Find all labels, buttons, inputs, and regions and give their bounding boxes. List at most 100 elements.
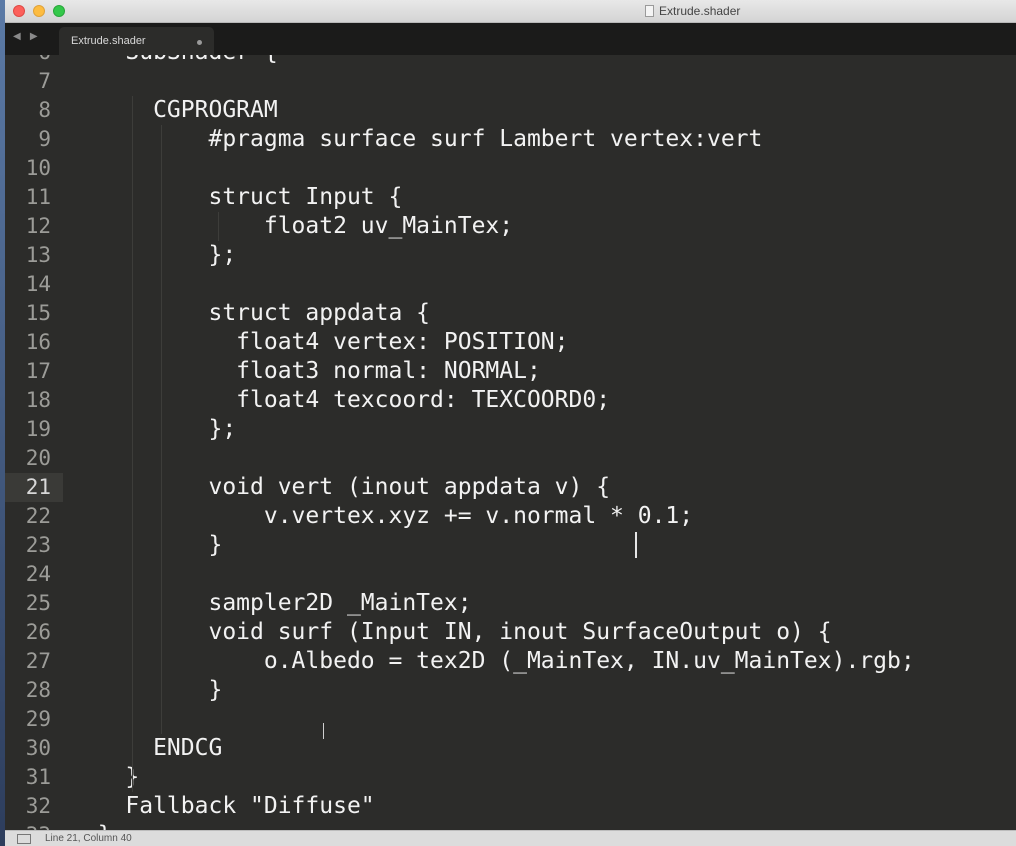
code-line[interactable]: 29 xyxy=(5,705,1016,734)
code-line[interactable]: 25 sampler2D _MainTex; xyxy=(5,589,1016,618)
title-bar: Extrude.shader xyxy=(5,0,1016,23)
line-text: #pragma surface surf Lambert vertex:vert xyxy=(70,126,763,152)
line-text: } xyxy=(70,821,112,830)
line-number: 26 xyxy=(25,620,51,644)
code-line[interactable]: 28 } xyxy=(5,676,1016,705)
code-editor[interactable]: 6 SubShader {78 CGPROGRAM9 #pragma surfa… xyxy=(5,55,1016,830)
line-text: SubShader { xyxy=(70,55,277,67)
line-text: o.Albedo = tex2D (_MainTex, IN.uv_MainTe… xyxy=(70,648,915,674)
line-number: 12 xyxy=(25,214,51,238)
line-number: 17 xyxy=(25,359,51,383)
code-line[interactable]: 11 struct Input { xyxy=(5,183,1016,212)
code-line[interactable]: 33 } xyxy=(5,821,1016,830)
line-number: 19 xyxy=(25,417,51,441)
line-text: Fallback "Diffuse" xyxy=(70,793,375,819)
code-line[interactable]: 9 #pragma surface surf Lambert vertex:ve… xyxy=(5,125,1016,154)
line-text: } xyxy=(70,764,140,790)
status-bar: Line 21, Column 40 xyxy=(5,830,1016,846)
line-number: 30 xyxy=(25,736,51,760)
line-text: struct Input { xyxy=(70,184,403,210)
code-line[interactable]: 32 Fallback "Diffuse" xyxy=(5,792,1016,821)
close-window-button[interactable] xyxy=(13,5,25,17)
code-line[interactable]: 8 CGPROGRAM xyxy=(5,96,1016,125)
code-line[interactable]: 10 xyxy=(5,154,1016,183)
code-line[interactable]: 17 float3 normal: NORMAL; xyxy=(5,357,1016,386)
line-text: struct appdata { xyxy=(70,300,431,326)
line-text: } xyxy=(70,532,223,558)
code-line[interactable]: 6 SubShader { xyxy=(5,55,1016,67)
text-cursor xyxy=(635,532,637,558)
code-line[interactable]: 12 float2 uv_MainTex; xyxy=(5,212,1016,241)
line-number: 7 xyxy=(38,69,51,93)
line-text: float3 normal: NORMAL; xyxy=(70,358,541,384)
code-line[interactable]: 14 xyxy=(5,270,1016,299)
line-text: float4 vertex: POSITION; xyxy=(70,329,569,355)
line-number: 32 xyxy=(25,794,51,818)
code-line[interactable]: 22 v.vertex.xyz += v.normal * 0.1; xyxy=(5,502,1016,531)
code-lines: 6 SubShader {78 CGPROGRAM9 #pragma surfa… xyxy=(5,55,1016,830)
unsaved-dot-icon[interactable] xyxy=(197,40,202,45)
line-text: } xyxy=(70,677,223,703)
document-icon xyxy=(645,5,654,17)
code-line[interactable]: 31 } xyxy=(5,763,1016,792)
line-number: 27 xyxy=(25,649,51,673)
line-text: float4 texcoord: TEXCOORD0; xyxy=(70,387,611,413)
line-number: 10 xyxy=(25,156,51,180)
indent-guide xyxy=(132,96,133,792)
line-number: 25 xyxy=(25,591,51,615)
zoom-window-button[interactable] xyxy=(53,5,65,17)
code-line[interactable]: 27 o.Albedo = tex2D (_MainTex, IN.uv_Mai… xyxy=(5,647,1016,676)
line-number: 11 xyxy=(25,185,51,209)
line-number: 31 xyxy=(25,765,51,789)
minimize-window-button[interactable] xyxy=(33,5,45,17)
code-line[interactable]: 20 xyxy=(5,444,1016,473)
line-number: 20 xyxy=(25,446,51,470)
line-number: 18 xyxy=(25,388,51,412)
code-line[interactable]: 13 }; xyxy=(5,241,1016,270)
line-text: CGPROGRAM xyxy=(70,97,278,123)
line-number: 16 xyxy=(25,330,51,354)
code-line[interactable]: 15 struct appdata { xyxy=(5,299,1016,328)
tab-bar: ◀ ▶ Extrude.shader xyxy=(5,23,1016,55)
tab-extrude-shader[interactable]: Extrude.shader xyxy=(59,27,214,55)
code-line[interactable]: 26 void surf (Input IN, inout SurfaceOut… xyxy=(5,618,1016,647)
line-number: 23 xyxy=(25,533,51,557)
code-line[interactable]: 16 float4 vertex: POSITION; xyxy=(5,328,1016,357)
code-line[interactable]: 30 ENDCG xyxy=(5,734,1016,763)
code-line[interactable]: 7 xyxy=(5,67,1016,96)
indent-guide xyxy=(161,125,162,734)
line-number: 6 xyxy=(5,55,51,67)
line-number: 8 xyxy=(38,98,51,122)
line-number: 21 xyxy=(25,475,51,499)
cursor-position: Line 21, Column 40 xyxy=(45,833,132,844)
line-text: ENDCG xyxy=(70,735,223,761)
line-text: v.vertex.xyz += v.normal * 0.1; xyxy=(70,503,694,529)
code-line[interactable]: 24 xyxy=(5,560,1016,589)
line-text: }; xyxy=(70,242,237,268)
line-text: void vert (inout appdata v) { xyxy=(70,474,611,500)
code-line[interactable]: 21 void vert (inout appdata v) { xyxy=(5,473,1016,502)
line-text: }; xyxy=(70,416,237,442)
line-text: void surf (Input IN, inout SurfaceOutput… xyxy=(70,619,832,645)
tab-label: Extrude.shader xyxy=(71,35,146,47)
line-number: 14 xyxy=(25,272,51,296)
panel-toggle-icon[interactable] xyxy=(17,834,31,844)
editor-window: Extrude.shader ◀ ▶ Extrude.shader 6 SubS… xyxy=(5,0,1016,846)
code-line[interactable]: 18 float4 texcoord: TEXCOORD0; xyxy=(5,386,1016,415)
line-number: 24 xyxy=(25,562,51,586)
mouse-ibeam-icon xyxy=(323,723,330,739)
line-number: 9 xyxy=(38,127,51,151)
indent-guide xyxy=(218,212,219,241)
line-number: 28 xyxy=(25,678,51,702)
line-number: 29 xyxy=(25,707,51,731)
line-number: 33 xyxy=(5,821,51,830)
code-line[interactable]: 19 }; xyxy=(5,415,1016,444)
window-title: Extrude.shader xyxy=(645,3,740,19)
window-title-text: Extrude.shader xyxy=(659,4,741,18)
line-number: 22 xyxy=(25,504,51,528)
line-number: 13 xyxy=(25,243,51,267)
tab-nav-arrows-icon[interactable]: ◀ ▶ xyxy=(13,31,41,42)
line-text: sampler2D _MainTex; xyxy=(70,590,472,616)
code-line[interactable]: 23 } xyxy=(5,531,1016,560)
line-text: float2 uv_MainTex; xyxy=(70,213,514,239)
